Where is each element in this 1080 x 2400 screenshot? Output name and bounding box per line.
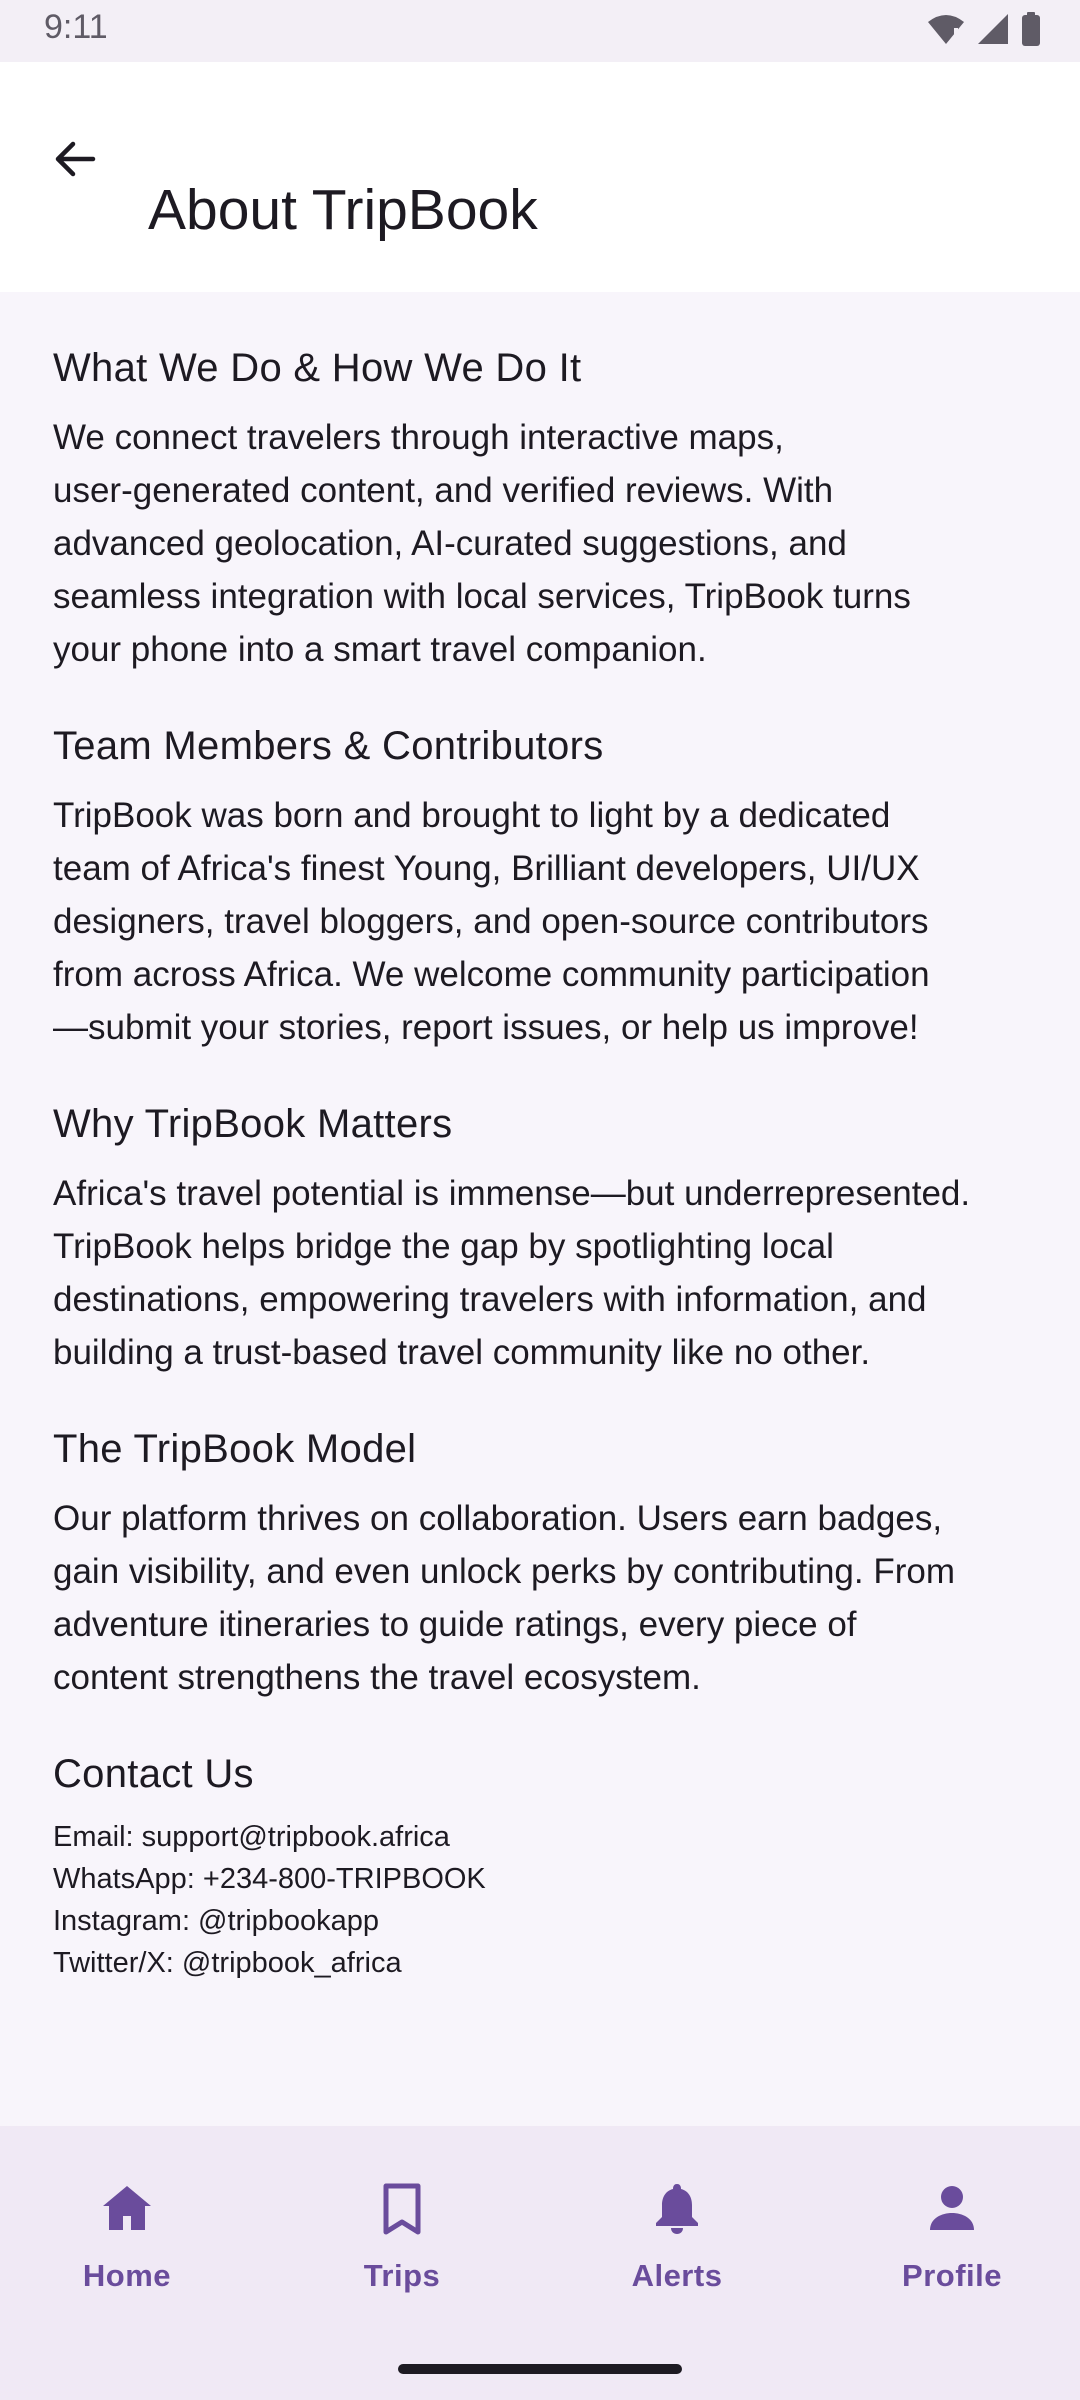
body-line: from across Africa. We welcome community… [53, 955, 930, 994]
body-line: adventure itineraries to guide ratings, … [53, 1605, 857, 1644]
body-line: content strengthens the travel ecosystem… [53, 1658, 701, 1697]
section-title: Contact Us [53, 1752, 254, 1796]
nav-item-profile[interactable]: Profile [852, 2176, 1052, 2316]
nav-item-trips[interactable]: Trips [302, 2176, 502, 2316]
body-line: advanced geolocation, AI-curated suggest… [53, 524, 847, 563]
body-line: building a trust-based travel community … [53, 1333, 871, 1372]
section-body: Our platform thrives on collaboration. U… [53, 1492, 1043, 1704]
contact-list: Email: support@tripbook.africa WhatsApp:… [53, 1816, 1043, 1984]
home-indicator[interactable] [398, 2364, 682, 2374]
arrow-back-icon [51, 135, 99, 188]
nav-item-alerts[interactable]: Alerts [577, 2176, 777, 2316]
body-line: We connect travelers through interactive… [53, 418, 784, 457]
contact-instagram: Instagram: @tripbookapp [53, 1905, 380, 1937]
section-why-matters: Why TripBook Matters Africa's travel pot… [53, 1054, 1043, 1379]
body-line: team of Africa's finest Young, Brilliant… [53, 849, 920, 888]
nav-label: Trips [363, 2258, 441, 2293]
body-line: Africa's travel potential is immense—but… [53, 1174, 971, 1213]
section-what-we-do: What We Do & How We Do It We connect tra… [53, 292, 1043, 676]
body-line: your phone into a smart travel companion… [53, 630, 707, 669]
section-model: The TripBook Model Our platform thrives … [53, 1379, 1043, 1704]
wifi-icon [926, 12, 966, 51]
contact-email: Email: support@tripbook.africa [53, 1821, 450, 1853]
person-icon [920, 2176, 984, 2240]
body-line: gain visibility, and even unlock perks b… [53, 1552, 956, 1591]
page-title: About TripBook [148, 178, 538, 242]
bookmark-icon [370, 2176, 434, 2240]
body-line: seamless integration with local services… [53, 577, 911, 616]
section-body: TripBook was born and brought to light b… [53, 789, 1043, 1054]
nav-label: Profile [902, 2258, 1002, 2293]
contact-twitter: Twitter/X: @tripbook_africa [53, 1947, 402, 1979]
section-body: We connect travelers through interactive… [53, 411, 1043, 676]
body-line: —submit your stories, report issues, or … [53, 1008, 919, 1047]
body-line: Our platform thrives on collaboration. U… [53, 1499, 943, 1538]
back-button[interactable] [30, 116, 120, 206]
body-line: TripBook helps bridge the gap by spotlig… [53, 1227, 834, 1266]
contact-whatsapp: WhatsApp: +234-800-TRIPBOOK [53, 1863, 486, 1895]
section-title: What We Do & How We Do It [53, 346, 582, 390]
home-icon [95, 2176, 159, 2240]
body-line: destinations, empowering travelers with … [53, 1280, 927, 1319]
status-time: 9:11 [44, 8, 108, 46]
body-line: user-generated content, and verified rev… [53, 471, 834, 510]
body-line: designers, travel bloggers, and open-sou… [53, 902, 929, 941]
about-content: What We Do & How We Do It We connect tra… [53, 292, 1043, 1984]
nav-label: Alerts [631, 2258, 723, 2293]
status-bar: 9:11 [0, 0, 1080, 62]
signal-icon [976, 12, 1010, 51]
nav-label: Home [82, 2258, 172, 2293]
section-title: Team Members & Contributors [53, 724, 604, 768]
bell-icon [645, 2176, 709, 2240]
section-title: The TripBook Model [53, 1427, 417, 1471]
body-line: TripBook was born and brought to light b… [53, 796, 891, 835]
battery-icon [1020, 11, 1042, 51]
section-title: Why TripBook Matters [53, 1102, 453, 1146]
section-contact: Contact Us Email: support@tripbook.afric… [53, 1704, 1043, 1984]
nav-item-home[interactable]: Home [27, 2176, 227, 2316]
status-icons [926, 11, 1042, 51]
section-body: Africa's travel potential is immense—but… [53, 1167, 1043, 1379]
section-team: Team Members & Contributors TripBook was… [53, 676, 1043, 1054]
